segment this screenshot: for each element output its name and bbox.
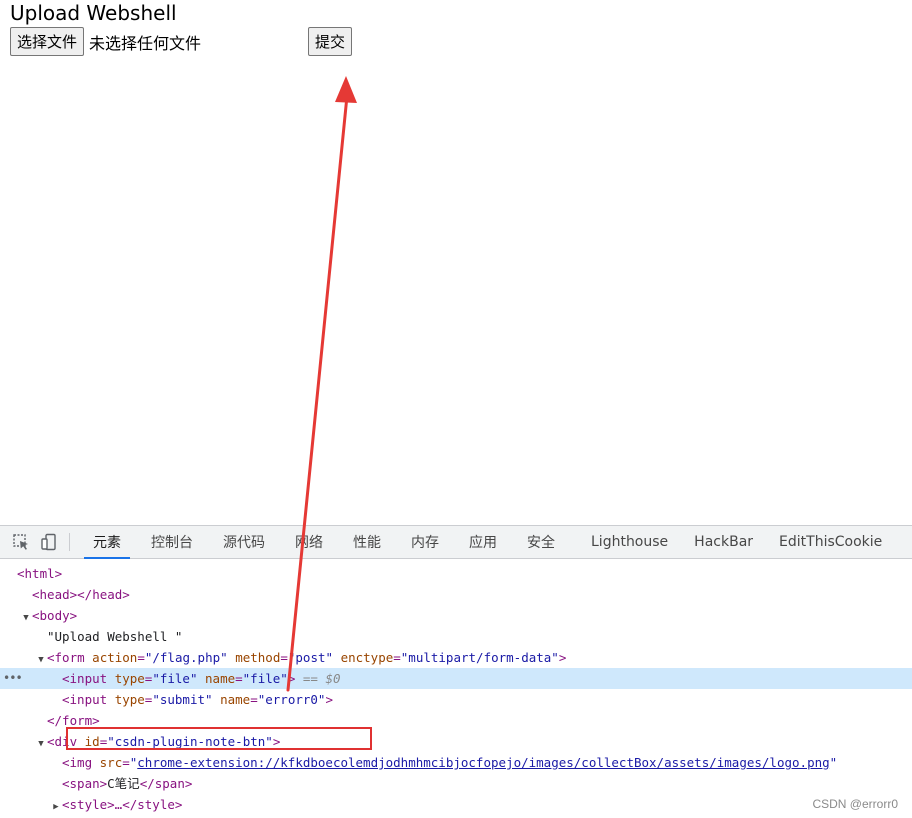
tab-network[interactable]: 网络 (280, 526, 338, 558)
html-tag: <html> (17, 566, 63, 581)
dom-node-span[interactable]: <span>C笔记</span> (0, 773, 912, 794)
dom-node-style[interactable]: ▶ <style>…</style> (0, 794, 912, 815)
toolbar-divider (69, 533, 70, 551)
submit-button[interactable]: 提交 (308, 27, 353, 56)
tab-lighthouse[interactable]: Lighthouse (578, 526, 681, 558)
tab-application[interactable]: 应用 (454, 526, 512, 558)
attr-name: action (92, 650, 138, 665)
devtools-panel: 元素 控制台 源代码 网络 性能 内存 应用 安全 Lighthouse Hac… (0, 525, 912, 817)
dom-node-form[interactable]: ▼ <form action="/flag.php" method="post" … (0, 647, 912, 668)
dom-node-text[interactable]: "Upload Webshell " (0, 626, 912, 647)
upload-form: 选择文件 未选择任何文件 提交 (10, 27, 353, 56)
inspect-element-icon[interactable] (7, 526, 35, 558)
collapse-triangle-icon[interactable]: ▶ (50, 797, 62, 818)
device-toolbar-icon[interactable] (35, 526, 63, 558)
equals-sign: = (250, 692, 258, 707)
attr-name: name (205, 671, 236, 686)
dom-node-html[interactable]: <html> (0, 563, 912, 584)
equals-sign: = (393, 650, 401, 665)
attr-value: "submit" (152, 692, 213, 707)
close-bracket: > (558, 650, 567, 665)
choose-file-button[interactable]: 选择文件 (10, 27, 85, 56)
text-node: "Upload Webshell " (47, 629, 183, 644)
close-bracket: > (325, 692, 333, 707)
attr-name: type (114, 692, 145, 707)
more-options-icon[interactable]: ••• (3, 668, 23, 689)
file-status-text: 未选择任何文件 (89, 33, 202, 53)
page-title: Upload Webshell (10, 1, 177, 25)
tab-elements[interactable]: 元素 (78, 526, 136, 559)
body-tag: <body> (32, 608, 78, 623)
dom-node-body[interactable]: ▼ <body> (0, 605, 912, 626)
span-text: C笔记 (107, 776, 140, 791)
attr-value: "multipart/form-data" (400, 650, 559, 665)
tab-performance[interactable]: 性能 (338, 526, 396, 558)
tab-console[interactable]: 控制台 (136, 526, 208, 558)
equals-sign: = (137, 650, 145, 665)
dom-node-img[interactable]: <img src= "chrome-extension://kfkdboecole… (0, 752, 912, 773)
equals-sign: = (122, 755, 130, 770)
head-tag: <head></head> (32, 587, 130, 602)
tab-security[interactable]: 安全 (512, 526, 570, 558)
dom-node-input-submit[interactable]: <input type="submit" name="errorr0"> (0, 689, 912, 710)
annotation-highlight-box (66, 727, 372, 750)
selected-node-ref: == $0 (302, 671, 341, 686)
img-tag: <img (62, 755, 93, 770)
watermark: CSDN @errorr0 (812, 797, 898, 811)
input-tag: <input (62, 671, 108, 686)
tab-editthiscookie[interactable]: EditThisCookie (766, 526, 895, 558)
attr-name: enctype (340, 650, 394, 665)
attr-value: "file" (152, 671, 198, 686)
dom-node-input-file[interactable]: ••• <input type="file" name="file"> == $… (0, 668, 912, 689)
attr-value: "/flag.php" (144, 650, 228, 665)
img-src-link[interactable]: chrome-extension://kfkdboecolemdjodhmhmc… (137, 755, 829, 770)
attr-value: "post" (287, 650, 334, 665)
equals-sign: = (235, 671, 243, 686)
devtools-toolbar: 元素 控制台 源代码 网络 性能 内存 应用 安全 Lighthouse Hac… (0, 526, 912, 559)
tab-sources[interactable]: 源代码 (208, 526, 280, 558)
attr-value: "file" (242, 671, 288, 686)
span-tag: <span> (62, 776, 108, 791)
dom-node-head[interactable]: <head></head> (0, 584, 912, 605)
span-close-tag: </span> (139, 776, 193, 791)
input-tag: <input (62, 692, 108, 707)
tab-memory[interactable]: 内存 (396, 526, 454, 558)
attr-name: type (114, 671, 145, 686)
attr-value: "errorr0" (257, 692, 326, 707)
form-tag: <form (47, 650, 85, 665)
quote-mark: " (829, 755, 838, 770)
close-bracket: > (287, 671, 296, 686)
attr-name: name (220, 692, 251, 707)
form-close-tag: </form> (47, 713, 100, 728)
attr-name: method (235, 650, 281, 665)
equals-sign: = (280, 650, 288, 665)
style-tag: <style>…</style> (62, 797, 183, 812)
attr-name: src (99, 755, 123, 770)
tab-hackbar[interactable]: HackBar (681, 526, 766, 558)
